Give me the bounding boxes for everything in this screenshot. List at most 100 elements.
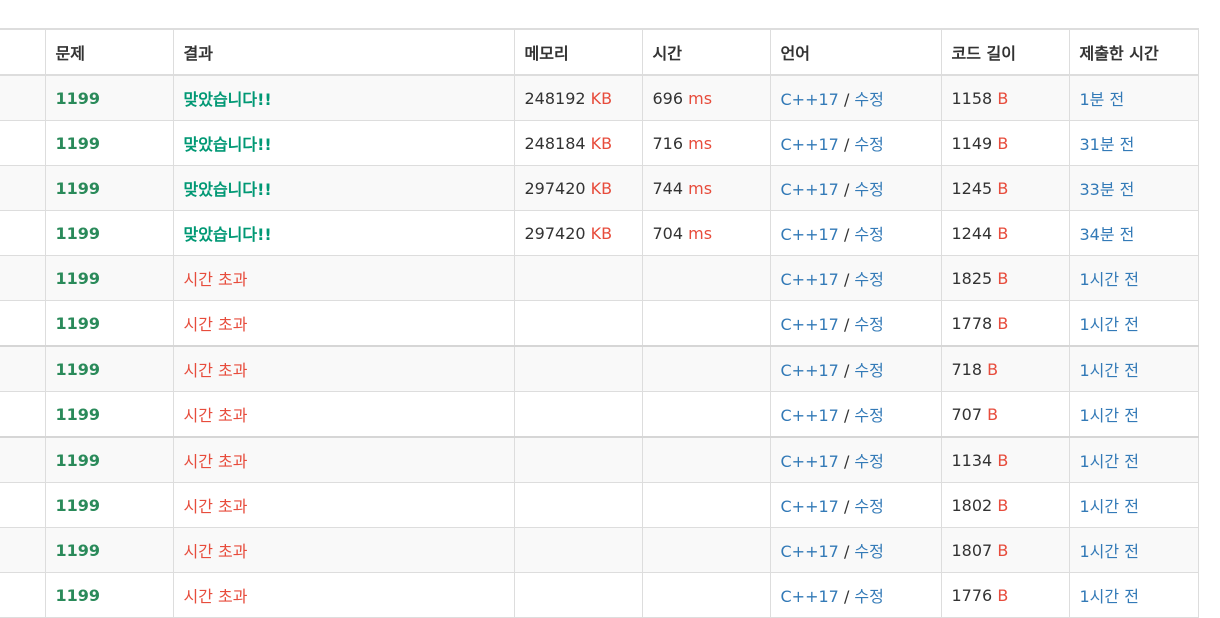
problem-link[interactable]: 1199 xyxy=(56,134,101,153)
edit-link[interactable]: 수정 xyxy=(854,225,883,244)
submitted-time-link[interactable]: 1시간 전 xyxy=(1080,270,1139,289)
submitted-time-link[interactable]: 1시간 전 xyxy=(1080,361,1139,380)
submission-id-cell xyxy=(0,345,46,392)
problem-link[interactable]: 1199 xyxy=(56,360,101,379)
submitted-time-link[interactable]: 1시간 전 xyxy=(1080,497,1139,516)
result-cell: 맞았습니다!! xyxy=(172,74,515,121)
code-length-value: 1149 xyxy=(951,133,993,153)
memory-cell: 297420 KB xyxy=(513,165,643,211)
language-cell: C++17 / 수정 xyxy=(769,527,942,573)
language-link[interactable]: C++17 xyxy=(781,587,839,606)
result-text: 시간 초과 xyxy=(183,497,248,516)
language-link[interactable]: C++17 xyxy=(781,90,839,109)
result-cell: 시간 초과 xyxy=(172,300,515,347)
table-row: 1199 맞았습니다!! 297420 KB 744 ms C++17 / 수정 1245… xyxy=(0,165,1199,211)
submitted-time-link[interactable]: 1시간 전 xyxy=(1080,315,1139,334)
submitted-time-link[interactable]: 1시간 전 xyxy=(1080,406,1139,425)
code-length-value: 1776 xyxy=(951,585,993,605)
language-link[interactable]: C++17 xyxy=(781,270,839,289)
edit-link[interactable]: 수정 xyxy=(854,315,883,334)
language-link[interactable]: C++17 xyxy=(781,497,839,516)
language-link[interactable]: C++17 xyxy=(781,452,839,471)
submitted-time-link[interactable]: 1시간 전 xyxy=(1080,587,1139,606)
table-row: 1199 맞았습니다!! 248184 KB 716 ms C++17 / 수정 1149… xyxy=(0,120,1199,166)
time-cell xyxy=(641,300,771,347)
edit-link[interactable]: 수정 xyxy=(854,90,883,109)
memory-unit: KB xyxy=(590,223,613,243)
code-length-value: 1134 xyxy=(951,450,993,470)
memory-cell xyxy=(513,527,643,573)
submission-id-cell xyxy=(0,300,46,347)
language-cell: C++17 / 수정 xyxy=(769,74,942,121)
edit-link[interactable]: 수정 xyxy=(854,542,883,561)
language-link[interactable]: C++17 xyxy=(781,361,839,380)
code-length-unit: B xyxy=(997,133,1009,153)
submitted-time-link[interactable]: 1시간 전 xyxy=(1080,452,1139,471)
memory-cell: 297420 KB xyxy=(513,210,643,256)
code-length-value: 1825 xyxy=(951,268,993,288)
language-link[interactable]: C++17 xyxy=(781,135,839,154)
problem-link[interactable]: 1199 xyxy=(56,586,101,605)
language-link[interactable]: C++17 xyxy=(781,315,839,334)
problem-cell: 1199 xyxy=(44,210,174,256)
problem-link[interactable]: 1199 xyxy=(56,224,101,243)
code-length-cell: 718 B xyxy=(940,345,1070,392)
problem-link[interactable]: 1199 xyxy=(56,314,101,333)
code-length-unit: B xyxy=(997,450,1009,470)
table-row: 1199 시간 초과 C++17 / 수정 1807 B 1시간 전 xyxy=(0,527,1199,573)
code-length-value: 1807 xyxy=(951,540,993,560)
problem-link[interactable]: 1199 xyxy=(56,496,101,515)
language-separator: / xyxy=(843,587,850,606)
result-cell: 시간 초과 xyxy=(172,255,515,301)
code-length-unit: B xyxy=(997,585,1009,605)
edit-link[interactable]: 수정 xyxy=(854,180,883,199)
submitted-time-link[interactable]: 34분 전 xyxy=(1080,225,1135,244)
submitted-time-link[interactable]: 33분 전 xyxy=(1080,180,1135,199)
code-length-value: 1245 xyxy=(951,178,993,198)
edit-link[interactable]: 수정 xyxy=(854,361,883,380)
edit-link[interactable]: 수정 xyxy=(854,587,883,606)
time-cell xyxy=(641,345,771,392)
code-length-unit: B xyxy=(997,313,1009,333)
problem-link[interactable]: 1199 xyxy=(56,269,101,288)
edit-link[interactable]: 수정 xyxy=(854,270,883,289)
language-cell: C++17 / 수정 xyxy=(769,255,942,301)
problem-link[interactable]: 1199 xyxy=(56,405,101,424)
edit-link[interactable]: 수정 xyxy=(854,135,883,154)
language-link[interactable]: C++17 xyxy=(781,225,839,244)
submitted-time-link[interactable]: 31분 전 xyxy=(1080,135,1135,154)
language-link[interactable]: C++17 xyxy=(781,406,839,425)
problem-link[interactable]: 1199 xyxy=(56,451,101,470)
edit-link[interactable]: 수정 xyxy=(854,497,883,516)
code-length-cell: 1244 B xyxy=(940,210,1070,256)
problem-cell: 1199 xyxy=(44,345,174,392)
table-body: 1199 맞았습니다!! 248192 KB 696 ms C++17 / 수정 1158… xyxy=(0,74,1199,618)
submitted-time-link[interactable]: 1시간 전 xyxy=(1080,542,1139,561)
time-value: 696 xyxy=(652,88,684,108)
language-link[interactable]: C++17 xyxy=(781,542,839,561)
time-value: 704 xyxy=(652,223,684,243)
code-length-cell: 1802 B xyxy=(940,482,1070,528)
code-length-value: 707 xyxy=(951,404,983,424)
edit-link[interactable]: 수정 xyxy=(854,406,883,425)
status-table-container: 문제 결과 메모리 시간 언어 코드 길이 제출한 시간 1199 맞았습니다!!… xyxy=(0,28,1199,618)
code-length-cell: 1158 B xyxy=(940,74,1070,121)
submitted-time-cell: 1시간 전 xyxy=(1068,300,1199,347)
table-header-row: 문제 결과 메모리 시간 언어 코드 길이 제출한 시간 xyxy=(0,28,1199,76)
submitted-time-link[interactable]: 1분 전 xyxy=(1080,90,1125,109)
language-link[interactable]: C++17 xyxy=(781,180,839,199)
problem-cell: 1199 xyxy=(44,300,174,347)
submitted-time-cell: 1시간 전 xyxy=(1068,391,1199,438)
memory-cell xyxy=(513,300,643,347)
problem-link[interactable]: 1199 xyxy=(56,89,101,108)
edit-link[interactable]: 수정 xyxy=(854,452,883,471)
problem-link[interactable]: 1199 xyxy=(56,541,101,560)
problem-link[interactable]: 1199 xyxy=(56,179,101,198)
time-cell xyxy=(641,527,771,573)
code-length-cell: 1245 B xyxy=(940,165,1070,211)
header-problem: 문제 xyxy=(44,28,174,76)
result-text: 시간 초과 xyxy=(183,315,248,334)
submitted-time-cell: 31분 전 xyxy=(1068,120,1199,166)
submission-id-cell xyxy=(0,165,46,211)
language-cell: C++17 / 수정 xyxy=(769,345,942,392)
